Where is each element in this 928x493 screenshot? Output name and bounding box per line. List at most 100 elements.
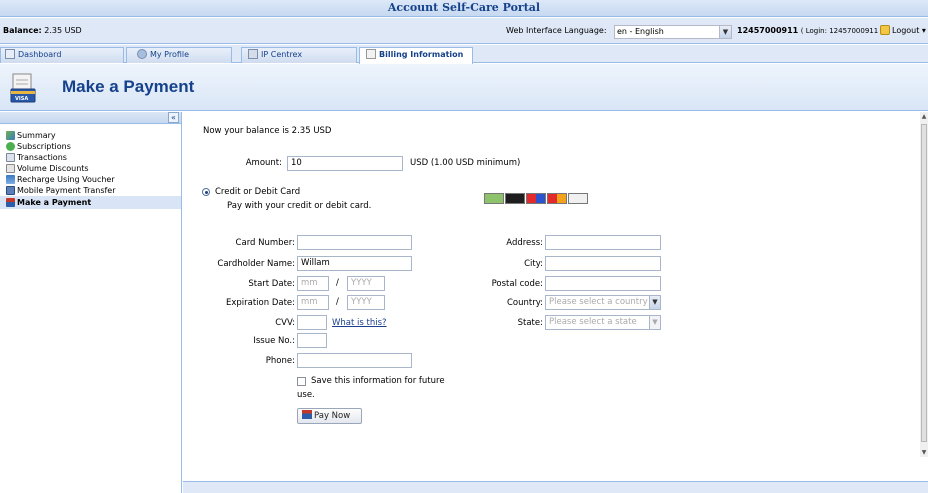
- state-select[interactable]: Please select a state ▼: [545, 315, 661, 330]
- payment-icon: [6, 198, 15, 207]
- issue-number-input[interactable]: [297, 333, 327, 348]
- dashboard-icon: [5, 49, 15, 59]
- tab-ip-centrex[interactable]: IP Centrex: [241, 47, 357, 63]
- balance-label: Balance:: [3, 26, 42, 35]
- save-info-checkbox[interactable]: [297, 377, 306, 386]
- cvv-label: CVV:: [275, 318, 295, 328]
- amount-hint: USD (1.00 USD minimum): [410, 158, 521, 168]
- chevron-down-icon[interactable]: ▼: [649, 296, 660, 309]
- issue-number-label: Issue No.:: [253, 336, 295, 346]
- cardholder-label: Cardholder Name:: [217, 259, 295, 269]
- tab-label: Dashboard: [18, 50, 62, 59]
- card-number-input[interactable]: [297, 235, 412, 250]
- address-label: Address:: [506, 238, 543, 248]
- page-header: VISA Make a Payment: [0, 64, 928, 111]
- scroll-up-icon[interactable]: ▲: [920, 112, 928, 121]
- lock-icon: [880, 25, 890, 35]
- sidebar-nav: Summary Subscriptions Transactions Volum…: [0, 124, 181, 209]
- balance-display: Balance: 2.35 USD: [3, 18, 82, 44]
- cvv-help-link[interactable]: What is this?: [332, 318, 387, 328]
- card-method-radio[interactable]: [202, 188, 210, 196]
- collapse-sidebar-button[interactable]: «: [168, 112, 179, 123]
- payment-form: Now your balance is 2.35 USD Amount: 10 …: [183, 112, 920, 481]
- sidebar-item-label: Summary: [17, 131, 56, 140]
- mobile-icon: [6, 186, 15, 195]
- language-select[interactable]: en - English ▼: [614, 25, 732, 39]
- sidebar-item-make-payment[interactable]: Make a Payment: [0, 196, 181, 209]
- state-label: State:: [517, 318, 543, 328]
- sidebar-item-mobile-payment-transfer[interactable]: Mobile Payment Transfer: [0, 185, 181, 196]
- chart-icon: [6, 131, 15, 140]
- sidebar-item-subscriptions[interactable]: Subscriptions: [0, 141, 181, 152]
- cardholder-input[interactable]: Willam: [297, 256, 412, 271]
- list-icon: [6, 153, 15, 162]
- sidebar-item-summary[interactable]: Summary: [0, 130, 181, 141]
- address-input[interactable]: [545, 235, 661, 250]
- country-select[interactable]: Please select a country ▼: [545, 295, 661, 310]
- card-number-label: Card Number:: [235, 238, 295, 248]
- footer-strip: [183, 481, 928, 493]
- country-label: Country:: [506, 298, 543, 308]
- page-title: Make a Payment: [62, 77, 195, 96]
- tab-billing-information[interactable]: Billing Information: [359, 47, 473, 64]
- card-method-label: Credit or Debit Card: [215, 187, 301, 197]
- sidebar-item-label: Transactions: [17, 153, 67, 162]
- logout-button[interactable]: Logout ▾: [880, 18, 926, 44]
- payment-icon: [302, 410, 312, 419]
- tab-dashboard[interactable]: Dashboard: [0, 47, 124, 63]
- chevron-down-icon[interactable]: ▼: [719, 26, 731, 38]
- tab-my-profile[interactable]: My Profile: [126, 47, 232, 63]
- network-icon: [248, 49, 258, 59]
- tab-label: IP Centrex: [261, 50, 303, 59]
- card-logo-icon: [547, 193, 567, 204]
- sidebar-header: «: [0, 112, 181, 124]
- card-logo-icon: [526, 193, 546, 204]
- language-value: en - English: [617, 27, 664, 36]
- amount-label: Amount:: [245, 158, 282, 168]
- start-month-input[interactable]: mm: [297, 276, 329, 291]
- app-title: Account Self-Care Portal: [387, 1, 541, 14]
- chevron-down-icon[interactable]: ▼: [649, 316, 660, 329]
- cvv-input[interactable]: [297, 315, 327, 330]
- postal-code-input[interactable]: [545, 276, 661, 291]
- exp-year-input[interactable]: YYYY: [347, 295, 385, 310]
- svg-text:VISA: VISA: [15, 96, 28, 102]
- user-icon: [137, 49, 147, 59]
- info-bar: Balance: 2.35 USD Web Interface Language…: [0, 18, 928, 44]
- title-bar: Account Self-Care Portal: [0, 0, 928, 17]
- balance-message: Now your balance is 2.35 USD: [203, 126, 332, 136]
- logout-label: Logout: [892, 26, 920, 35]
- scrollbar-thumb[interactable]: [921, 124, 927, 442]
- main-scrollbar[interactable]: ▲ ▼: [920, 112, 928, 457]
- date-separator: /: [336, 278, 339, 288]
- scroll-down-icon[interactable]: ▼: [920, 448, 928, 457]
- city-input[interactable]: [545, 256, 661, 271]
- sidebar-item-volume-discounts[interactable]: Volume Discounts: [0, 163, 181, 174]
- sidebar-item-label: Mobile Payment Transfer: [17, 186, 116, 195]
- sidebar-item-transactions[interactable]: Transactions: [0, 152, 181, 163]
- sidebar-item-label: Make a Payment: [17, 198, 92, 207]
- card-method-description: Pay with your credit or debit card.: [227, 201, 372, 211]
- expiration-label: Expiration Date:: [225, 298, 295, 308]
- tab-label: My Profile: [150, 50, 190, 59]
- start-year-input[interactable]: YYYY: [347, 276, 385, 291]
- exp-month-input[interactable]: mm: [297, 295, 329, 310]
- save-info-label: Save this information for future: [311, 376, 445, 386]
- payment-icon: VISA: [10, 73, 36, 103]
- phone-label: Phone:: [265, 356, 295, 366]
- account-info: 12457000911 ( Login: 12457000911 ): [737, 18, 883, 44]
- document-icon: [366, 49, 376, 59]
- sidebar-item-label: Subscriptions: [17, 142, 71, 151]
- tab-label: Billing Information: [379, 50, 464, 59]
- balance-value: 2.35 USD: [44, 26, 82, 35]
- save-info-label-cont: use.: [297, 390, 315, 400]
- phone-input[interactable]: [297, 353, 412, 368]
- card-logo-icon: [505, 193, 525, 204]
- pay-now-button[interactable]: Pay Now: [297, 408, 362, 424]
- start-date-label: Start Date:: [248, 279, 295, 289]
- account-id: 12457000911: [737, 26, 799, 35]
- city-label: City:: [524, 259, 543, 269]
- sidebar-item-recharge-voucher[interactable]: Recharge Using Voucher: [0, 174, 181, 185]
- amount-input[interactable]: 10: [287, 156, 403, 171]
- card-logo-icon: [568, 193, 588, 204]
